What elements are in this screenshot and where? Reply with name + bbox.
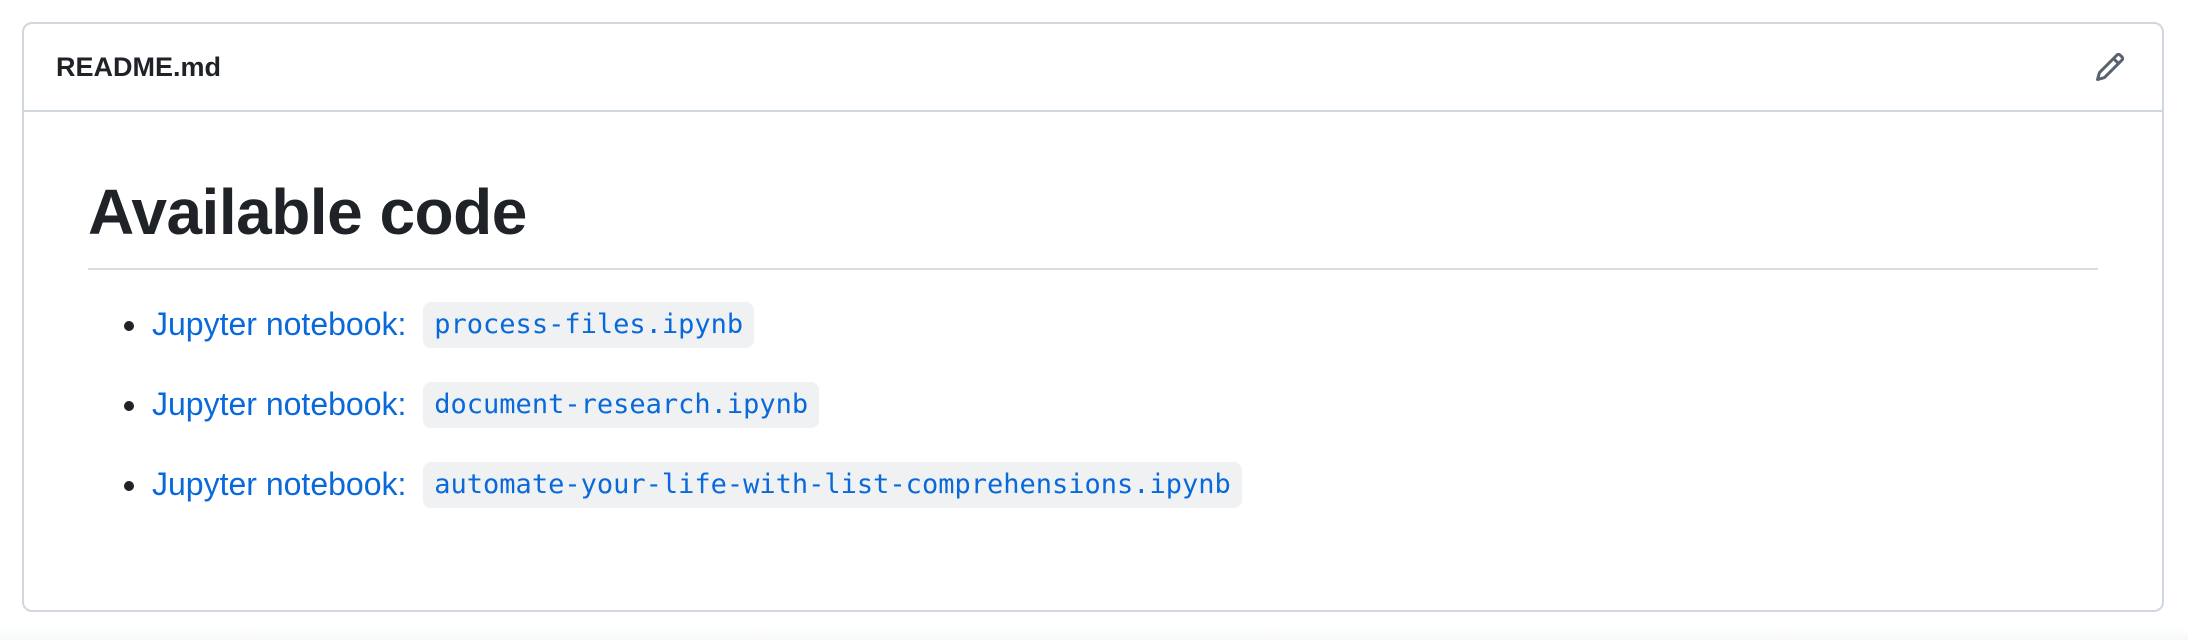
readme-panel: README.md Available code Jupyter noteboo… [22, 22, 2164, 612]
bullet-icon [124, 321, 134, 331]
notebook-link-process-files[interactable]: Jupyter notebook: process-files.ipynb [152, 302, 755, 348]
notebook-filename: process-files.ipynb [423, 302, 755, 348]
link-prefix: Jupyter notebook: [152, 466, 416, 503]
notebook-link-automate-your-life[interactable]: Jupyter notebook: automate-your-life-wit… [152, 462, 1242, 508]
list-item: Jupyter notebook: automate-your-life-wit… [124, 456, 2098, 514]
notebook-filename: document-research.ipynb [423, 382, 820, 428]
list-item: Jupyter notebook: process-files.ipynb [124, 296, 2098, 354]
page-bottom-edge [0, 628, 2188, 640]
edit-file-button[interactable] [2088, 45, 2132, 89]
bullet-icon [124, 481, 134, 491]
notebook-filename: automate-your-life-with-list-comprehensi… [423, 462, 1242, 508]
notebook-link-document-research[interactable]: Jupyter notebook: document-research.ipyn… [152, 382, 820, 428]
readme-header: README.md [24, 24, 2162, 112]
link-prefix: Jupyter notebook: [152, 386, 416, 423]
pencil-icon [2095, 52, 2125, 82]
link-prefix: Jupyter notebook: [152, 306, 416, 343]
bullet-icon [124, 401, 134, 411]
readme-content: Available code Jupyter notebook: process… [24, 112, 2162, 514]
readme-heading: Available code [88, 180, 2098, 270]
notebook-list: Jupyter notebook: process-files.ipynb Ju… [88, 296, 2098, 514]
readme-filename: README.md [56, 51, 222, 82]
list-item: Jupyter notebook: document-research.ipyn… [124, 376, 2098, 434]
